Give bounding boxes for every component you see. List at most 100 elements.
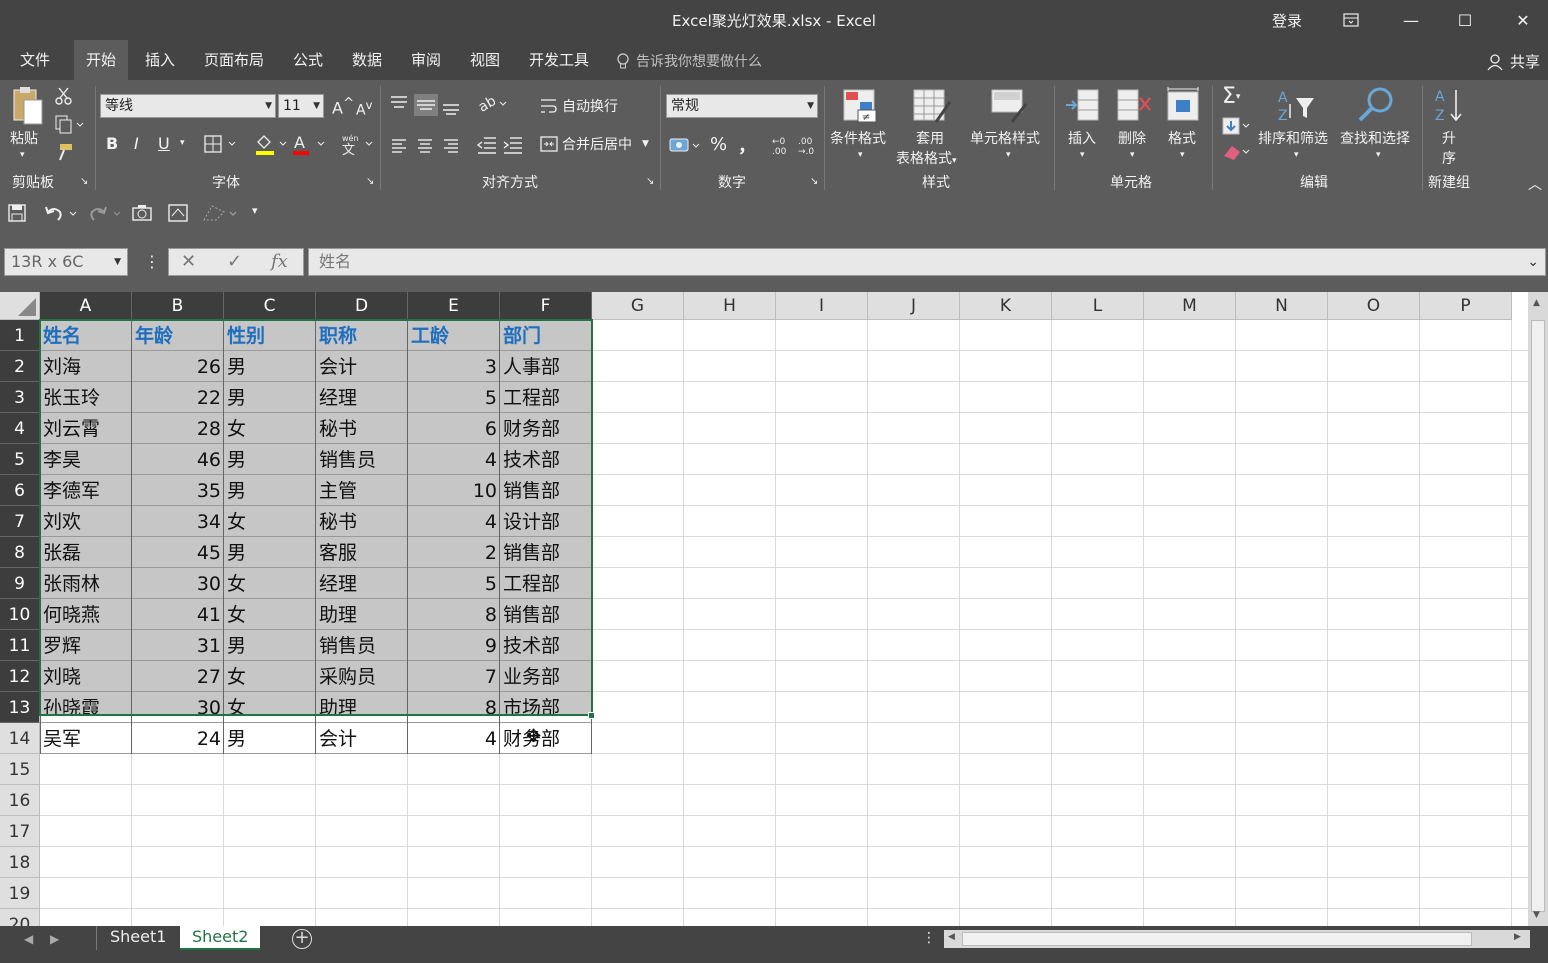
- vertical-scroll-thumb[interactable]: [1531, 320, 1545, 912]
- shrink-font-icon[interactable]: Av: [356, 98, 372, 119]
- orientation-icon[interactable]: ab: [476, 93, 510, 118]
- tab-view[interactable]: 视图: [458, 40, 512, 80]
- grow-font-icon[interactable]: A^: [332, 96, 354, 117]
- sort-filter-button[interactable]: 排序和筛选: [1258, 128, 1328, 148]
- paste-button[interactable]: 粘贴: [10, 128, 38, 148]
- next-sheet-icon[interactable]: ▶: [50, 932, 59, 946]
- sheet-tab-sheet1[interactable]: Sheet1: [98, 926, 178, 950]
- ribbon-display-icon[interactable]: [1328, 0, 1374, 40]
- decimal-icon[interactable]: ←0.00.00 →.0: [772, 134, 820, 160]
- login-button[interactable]: 登录: [1272, 10, 1302, 31]
- save-icon[interactable]: [8, 204, 26, 226]
- chevron-down-icon[interactable]: ▾: [1294, 150, 1299, 160]
- format-painter-icon[interactable]: [54, 142, 74, 166]
- find-select-button[interactable]: 查找和选择: [1340, 128, 1410, 148]
- chevron-down-icon[interactable]: ⌄: [1527, 249, 1539, 275]
- row-header-16[interactable]: 16: [0, 785, 40, 816]
- cancel-icon[interactable]: ✕: [181, 251, 196, 272]
- share-button[interactable]: 共享: [1486, 51, 1540, 72]
- tab-review[interactable]: 审阅: [399, 40, 453, 80]
- undo-icon[interactable]: [44, 204, 78, 226]
- format-cells-button[interactable]: 格式: [1168, 128, 1196, 148]
- italic-button[interactable]: I: [134, 134, 139, 153]
- column-header-l[interactable]: L: [1052, 292, 1144, 320]
- table-cell[interactable]: 会计: [316, 723, 408, 754]
- underline-button[interactable]: U: [158, 134, 170, 153]
- comma-button[interactable]: ，: [738, 132, 756, 158]
- wrap-text-button[interactable]: 自动换行: [540, 96, 618, 116]
- fill-handle[interactable]: [588, 712, 595, 719]
- row-header-15[interactable]: 15: [0, 754, 40, 785]
- chevron-down-icon[interactable]: ▾: [1376, 150, 1381, 160]
- row-header-11[interactable]: 11: [0, 630, 40, 661]
- delete-cells-icon[interactable]: [1116, 88, 1154, 128]
- table-cell[interactable]: 4: [408, 723, 500, 754]
- align-left-icon[interactable]: [390, 136, 466, 160]
- clipboard-launcher-icon[interactable]: ↘: [80, 176, 88, 187]
- font-size-select[interactable]: 11 ▼: [278, 94, 324, 118]
- fill-color-icon[interactable]: [254, 132, 290, 160]
- font-name-select[interactable]: 等线 ▼: [100, 94, 276, 118]
- scroll-left-icon[interactable]: ◀: [948, 932, 955, 942]
- conditional-format-button[interactable]: 条件格式: [830, 128, 886, 148]
- more-icon[interactable]: ⋮: [144, 252, 160, 271]
- select-all-corner[interactable]: [0, 292, 40, 320]
- row-header-18[interactable]: 18: [0, 847, 40, 878]
- row-header-9[interactable]: 9: [0, 568, 40, 599]
- number-format-select[interactable]: 常规 ▼: [666, 94, 818, 118]
- row-header-12[interactable]: 12: [0, 661, 40, 692]
- column-header-d[interactable]: D: [316, 292, 408, 320]
- vertical-scrollbar[interactable]: ▲ ▼: [1528, 292, 1548, 926]
- cut-icon[interactable]: [54, 86, 74, 110]
- chevron-down-icon[interactable]: ▾: [858, 150, 863, 160]
- collapse-ribbon-icon[interactable]: ︿: [1528, 174, 1542, 194]
- underline-dropdown-icon[interactable]: ▾: [180, 138, 185, 148]
- chevron-down-icon[interactable]: ▾: [1180, 150, 1185, 160]
- tab-page-layout[interactable]: 页面布局: [192, 40, 276, 80]
- enter-icon[interactable]: ✓: [227, 251, 242, 272]
- maximize-button[interactable]: ☐: [1442, 0, 1488, 40]
- redo-icon[interactable]: [88, 204, 122, 226]
- column-header-k[interactable]: K: [960, 292, 1052, 320]
- column-header-b[interactable]: B: [132, 292, 224, 320]
- more-icon[interactable]: ⋮: [922, 930, 936, 946]
- horizontal-scrollbar[interactable]: ◀ ▶: [944, 930, 1530, 948]
- column-header-n[interactable]: N: [1236, 292, 1328, 320]
- insert-cells-icon[interactable]: [1064, 88, 1102, 128]
- tab-insert[interactable]: 插入: [133, 40, 187, 80]
- cell-styles-icon[interactable]: [990, 88, 1030, 128]
- border-icon[interactable]: [204, 134, 238, 158]
- conditional-format-icon[interactable]: ≠: [842, 88, 880, 128]
- indent-icon[interactable]: [476, 134, 526, 160]
- column-header-h[interactable]: H: [684, 292, 776, 320]
- scroll-right-icon[interactable]: ▶: [1514, 932, 1521, 942]
- horizontal-scroll-thumb[interactable]: [962, 932, 1472, 946]
- table-cell[interactable]: 男: [224, 723, 316, 754]
- autosum-icon[interactable]: Σ▾: [1222, 84, 1240, 109]
- minimize-button[interactable]: —: [1388, 0, 1434, 40]
- row-header-2[interactable]: 2: [0, 351, 40, 382]
- prev-sheet-icon[interactable]: ◀: [24, 932, 33, 946]
- delete-cells-button[interactable]: 删除: [1118, 128, 1146, 148]
- row-header-3[interactable]: 3: [0, 382, 40, 413]
- column-header-c[interactable]: C: [224, 292, 316, 320]
- fill-icon[interactable]: [1222, 116, 1252, 140]
- row-header-13[interactable]: 13: [0, 692, 40, 723]
- format-as-table-icon[interactable]: [912, 88, 952, 128]
- bold-button[interactable]: B: [106, 134, 118, 153]
- worksheet-grid[interactable]: A B C D E F G H I J K L M N O P 1 2 3 4 5 6 7 8 9 10 11 12 13 14 15 16 1…: [0, 292, 1528, 926]
- scroll-down-icon[interactable]: ▼: [1533, 910, 1540, 920]
- row-header-10[interactable]: 10: [0, 599, 40, 630]
- font-color-icon[interactable]: A: [292, 132, 328, 160]
- cell-styles-button[interactable]: 单元格样式: [970, 128, 1040, 148]
- font-launcher-icon[interactable]: ↘: [366, 176, 374, 187]
- tab-developer[interactable]: 开发工具: [517, 40, 601, 80]
- row-header-20[interactable]: 20: [0, 909, 40, 926]
- formula-input[interactable]: 姓名 ⌄: [308, 248, 1546, 276]
- align-top-icon[interactable]: [388, 92, 468, 122]
- table-cell[interactable]: 24: [132, 723, 224, 754]
- tab-file[interactable]: 文件: [8, 40, 62, 80]
- number-launcher-icon[interactable]: ↘: [810, 176, 818, 187]
- column-header-e[interactable]: E: [408, 292, 500, 320]
- name-box[interactable]: 13R x 6C ▼: [4, 248, 128, 276]
